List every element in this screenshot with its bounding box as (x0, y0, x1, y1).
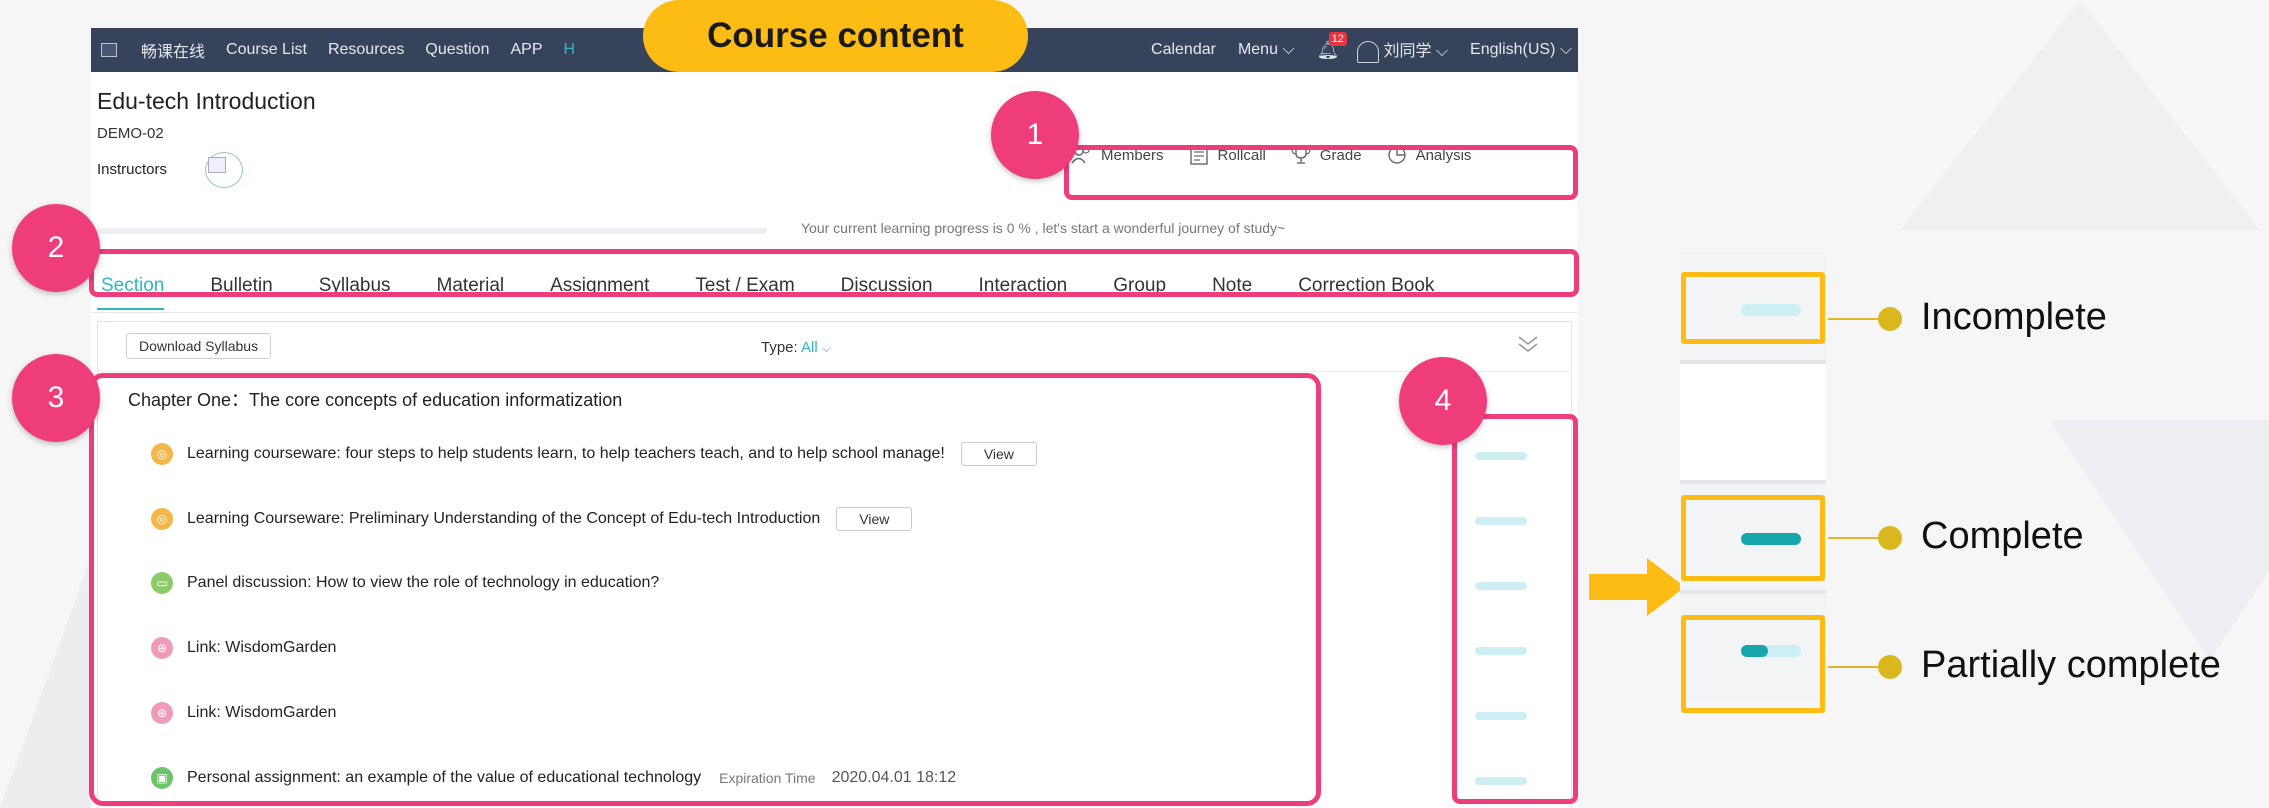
language-label: English(US) (1470, 41, 1556, 58)
annotation-marker-4: 4 (1399, 357, 1487, 445)
legend-progress-complete-fill (1741, 533, 1801, 545)
course-code: DEMO-02 (97, 125, 164, 142)
user-name: 刘同学 (1383, 43, 1432, 61)
bell-icon[interactable]: 🔔︎ 12 (1317, 31, 1347, 61)
notification-badge: 12 (1328, 31, 1347, 46)
annotation-marker-1: 1 (991, 91, 1079, 179)
type-filter[interactable]: Type: All ⌵ (761, 339, 831, 356)
legend-progress-incomplete (1741, 304, 1801, 316)
nav-item-active[interactable]: H (563, 41, 575, 59)
logo-icon[interactable] (99, 41, 121, 59)
progress-text: Your current learning progress is 0 % , … (801, 220, 1286, 236)
annotation-marker-3: 3 (12, 354, 100, 442)
nav-user-menu[interactable]: 刘同学 ⌵ (1357, 37, 1448, 63)
legend-dot (1878, 655, 1902, 679)
legend-progress-partial-fill (1741, 645, 1768, 657)
content-divider (97, 371, 1572, 372)
instructors-label: Instructors (97, 161, 168, 178)
chevron-down-icon: ⌵ (821, 341, 831, 355)
legend-blank-area (1680, 364, 1826, 482)
course-title: Edu-tech Introduction (97, 88, 316, 114)
chevron-down-icon: ⌵ (1282, 41, 1295, 58)
legend-dot (1878, 526, 1902, 550)
nav-item-home[interactable]: 畅课在线 (141, 38, 205, 62)
background-shape (1900, 0, 2260, 230)
nav-item-menu[interactable]: Menu ⌵ (1238, 41, 1295, 59)
legend-progress-partial (1741, 645, 1801, 657)
legend-divider (1680, 590, 1826, 594)
instructor-avatar[interactable] (205, 152, 243, 188)
type-filter-label: Type: (761, 339, 798, 356)
legend-box-partial (1681, 615, 1825, 713)
nav-item-calendar[interactable]: Calendar (1151, 41, 1216, 59)
language-selector[interactable]: English(US) ⌵ (1470, 41, 1572, 59)
avatar (1357, 40, 1380, 63)
highlight-box-progress (1452, 414, 1578, 804)
legend-label-complete: Complete (1921, 515, 2084, 557)
download-syllabus-button[interactable]: Download Syllabus (126, 333, 272, 359)
legend-dot (1878, 307, 1902, 331)
nav-item-question[interactable]: Question (425, 41, 489, 59)
course-content-banner: Course content (643, 0, 1028, 72)
nav-item-app[interactable]: APP (510, 41, 542, 59)
chevron-down-icon: ⌵ (1435, 43, 1449, 61)
highlight-box-tabs (89, 249, 1579, 297)
collapse-all-icon[interactable] (1514, 333, 1542, 355)
nav-item-course-list[interactable]: Course List (226, 41, 307, 59)
tabs-divider (91, 312, 1578, 313)
arrow-right-icon (1589, 558, 1685, 616)
type-filter-value: All (801, 339, 818, 356)
annotation-marker-2: 2 (12, 204, 100, 292)
chevron-down-icon: ⌵ (1559, 41, 1572, 58)
nav-item-resources[interactable]: Resources (328, 41, 404, 59)
highlight-box-actions (1064, 145, 1578, 200)
legend-label-incomplete: Incomplete (1921, 296, 2107, 338)
legend-label-partial: Partially complete (1921, 644, 2221, 686)
nav-menu-label: Menu (1237, 41, 1278, 58)
nav-right-group: Calendar Menu ⌵ 🔔︎ 12 刘同学 ⌵ English(US) ⌵ (1151, 28, 1578, 72)
highlight-box-activities (89, 373, 1321, 806)
legend-progress-complete (1741, 533, 1801, 545)
learning-progress-bar (97, 228, 767, 234)
legend-divider (1680, 480, 1826, 484)
